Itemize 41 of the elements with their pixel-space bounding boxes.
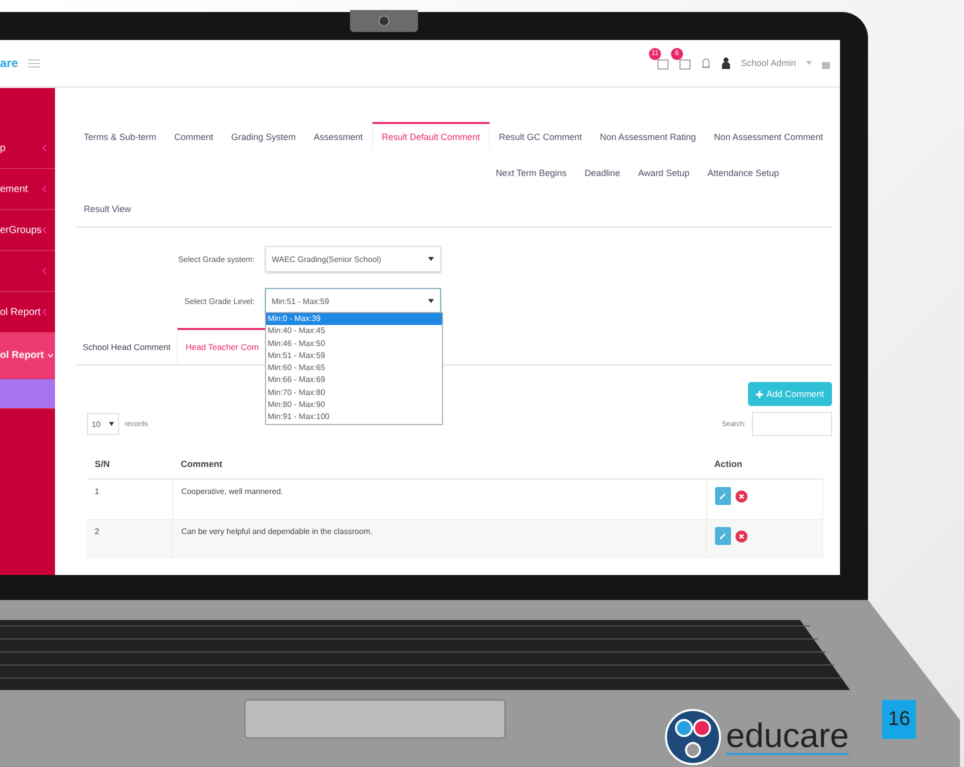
dropdown-option[interactable]: Min:66 - Max:69 bbox=[266, 374, 442, 387]
settings-tab[interactable]: Result Default Comment bbox=[372, 122, 490, 150]
dropdown-option[interactable]: Min:46 - Max:50 bbox=[266, 338, 442, 350]
dropdown-option[interactable]: Min:60 - Max:65 bbox=[266, 362, 442, 374]
dropdown-option[interactable]: Min:51 - Max:59 bbox=[266, 350, 442, 362]
page-size-select[interactable]: 10 bbox=[86, 413, 119, 435]
settings-tab[interactable]: Deadline bbox=[576, 158, 630, 186]
dropdown-option[interactable]: Min:40 - Max:45 bbox=[266, 325, 442, 338]
comment-tab[interactable]: Head Teacher Com bbox=[176, 328, 266, 364]
settings-tab[interactable]: Award Setup bbox=[629, 158, 698, 186]
column-header[interactable]: Comment bbox=[172, 450, 706, 479]
sidebar-item[interactable]: ement bbox=[0, 169, 55, 210]
user-name[interactable]: School Admin bbox=[740, 58, 796, 68]
sidebar-item[interactable]: ol Report bbox=[0, 333, 55, 379]
settings-tab[interactable]: Terms & Sub-term bbox=[74, 122, 166, 150]
sidebar-item[interactable]: p bbox=[0, 128, 55, 169]
logo-text: are bbox=[0, 56, 18, 70]
field-label: Select Grade Level: bbox=[183, 296, 255, 306]
comment-tab[interactable]: School Head Comment bbox=[74, 328, 177, 364]
settings-tab[interactable]: Assessment bbox=[304, 122, 372, 150]
column-header[interactable]: S/N bbox=[86, 450, 173, 479]
dropdown-option[interactable]: Min:0 - Max:39 bbox=[266, 313, 442, 326]
settings-tab[interactable]: Attendance Setup bbox=[698, 158, 788, 186]
page-number: 16 bbox=[882, 700, 916, 739]
dropdown-option[interactable]: Min:70 - Max:80 bbox=[266, 386, 442, 400]
brand-name: educare bbox=[726, 719, 849, 755]
table-cell: 2 bbox=[86, 520, 173, 559]
settings-tab[interactable]: Next Term Begins bbox=[486, 158, 576, 186]
settings-tab[interactable]: Grading System bbox=[222, 122, 305, 150]
dropdown-option[interactable]: Min:80 - Max:90 bbox=[266, 399, 442, 412]
dropdown-option[interactable]: Min:91 - Max:100 bbox=[266, 411, 442, 424]
field-label: Select Grade system: bbox=[177, 254, 255, 264]
settings-tab[interactable]: Non Assessment Comment bbox=[704, 122, 832, 150]
settings-tab[interactable]: Result View bbox=[74, 194, 140, 222]
sidebar-item[interactable]: erGroups bbox=[0, 210, 55, 251]
table-cell: Can be very helpful and dependable in the classroom. bbox=[172, 520, 706, 559]
settings-tab[interactable]: Result GC Comment bbox=[490, 122, 591, 150]
grade-system-select[interactable]: WAEC Grading(Senior School) bbox=[264, 246, 441, 272]
settings-tab[interactable]: Comment bbox=[165, 122, 222, 150]
settings-tab[interactable]: Non Assessment Rating bbox=[590, 122, 705, 150]
column-header[interactable]: Action bbox=[706, 450, 822, 479]
